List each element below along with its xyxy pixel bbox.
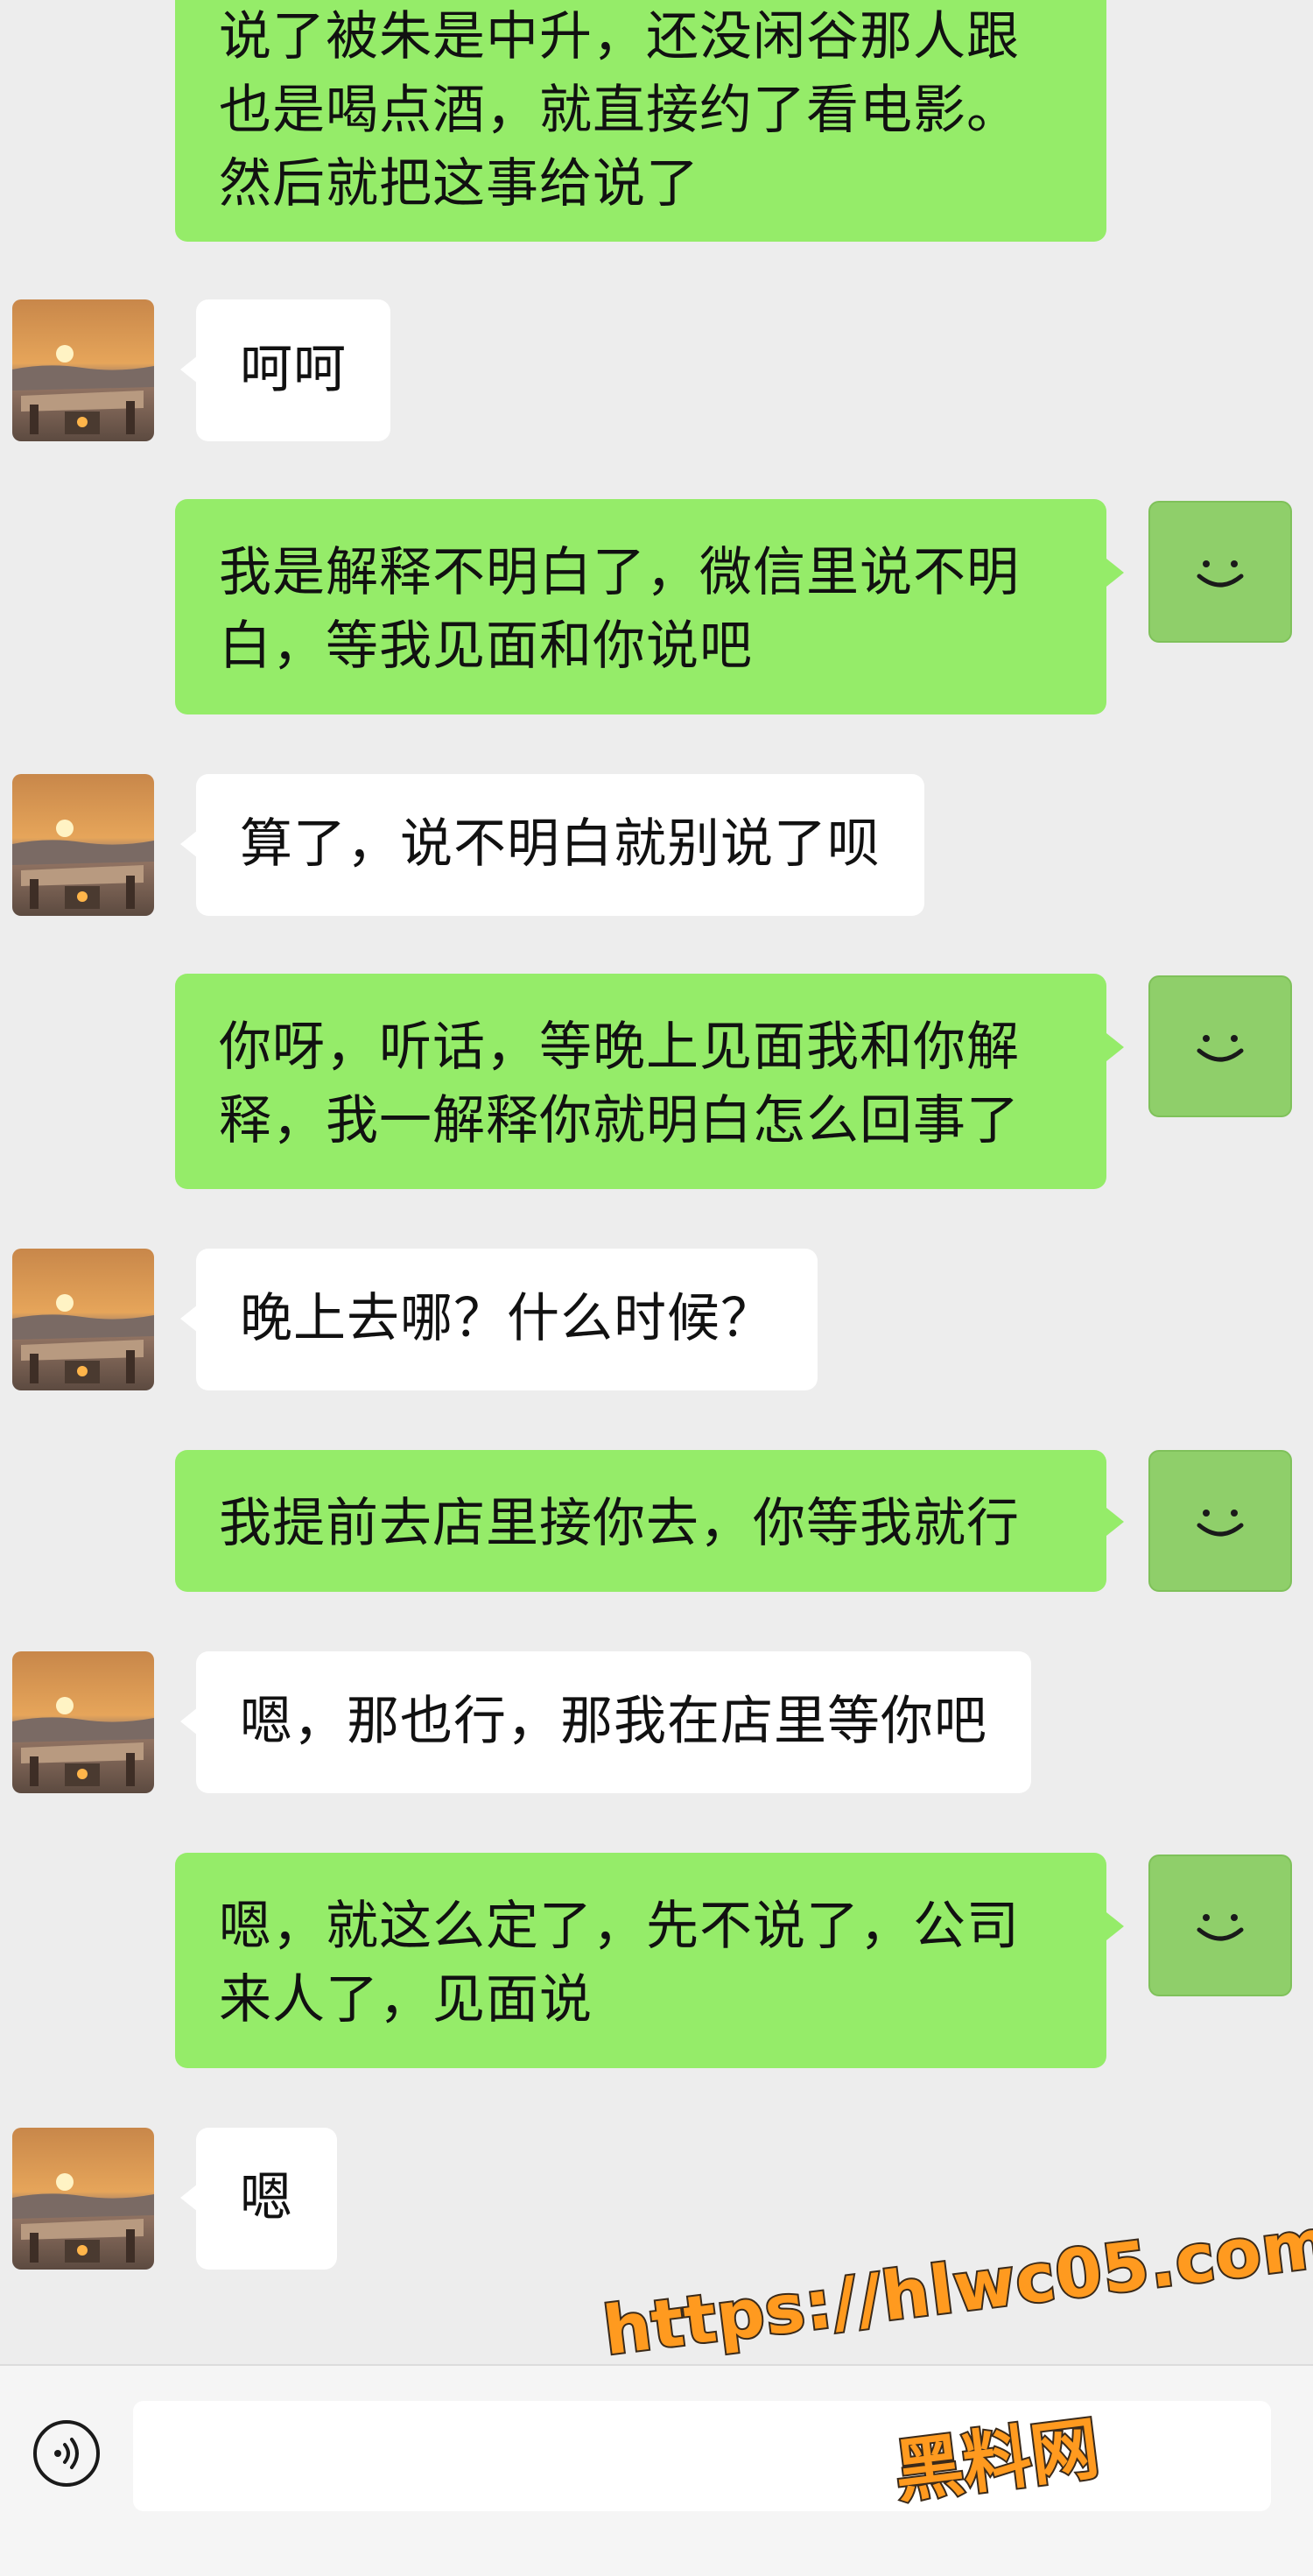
- message-input[interactable]: [133, 2401, 1271, 2511]
- message-bubble-received[interactable]: 呵呵: [196, 299, 390, 441]
- bubble-tail: [1106, 1508, 1124, 1536]
- bubble-tail: [180, 1305, 198, 1333]
- message-bubble-sent[interactable]: 我提前去店里接你去，你等我就行: [175, 1450, 1106, 1592]
- sunset-photo-avatar-icon: [12, 2128, 154, 2270]
- bubble-tail: [1106, 559, 1124, 587]
- message-bubble-sent[interactable]: 我是解释不明白了，微信里说不明 白，等我见面和你说吧: [175, 499, 1106, 714]
- message-bubble-received[interactable]: 晚上去哪？什么时候？: [196, 1249, 818, 1390]
- sunset-photo-avatar-icon: [12, 774, 154, 916]
- message-bubble-received[interactable]: 嗯，那也行，那我在店里等你吧: [196, 1651, 1031, 1793]
- message-bubble-sent[interactable]: 说了被朱是中升，还没闲谷那人跟 也是喝点酒，就直接约了看电影。 然后就把这事给说…: [175, 0, 1106, 242]
- my-avatar[interactable]: [1148, 975, 1292, 1117]
- sunset-photo-avatar-icon: [12, 299, 154, 441]
- smiley-face-avatar-icon: [1197, 1510, 1244, 1537]
- chat-history[interactable]: 说了被朱是中升，还没闲谷那人跟 也是喝点酒，就直接约了看电影。 然后就把这事给说…: [0, 0, 1313, 2364]
- bubble-tail: [180, 2184, 198, 2212]
- bubble-tail: [1106, 1912, 1124, 1940]
- contact-avatar[interactable]: [12, 1249, 154, 1390]
- sunset-photo-avatar-icon: [12, 1249, 154, 1390]
- my-avatar[interactable]: [1148, 501, 1292, 643]
- contact-avatar[interactable]: [12, 299, 154, 441]
- contact-avatar[interactable]: [12, 2128, 154, 2270]
- input-bar: [0, 2364, 1313, 2576]
- my-avatar[interactable]: [1148, 1855, 1292, 1996]
- message-bubble-sent[interactable]: 你呀，听话，等晚上见面我和你解 释，我一解释你就明白怎么回事了: [175, 974, 1106, 1189]
- bubble-tail: [180, 830, 198, 858]
- smiley-face-avatar-icon: [1197, 560, 1244, 588]
- bubble-tail: [180, 355, 198, 384]
- message-bubble-received[interactable]: 算了，说不明白就别说了呗: [196, 774, 924, 916]
- sunset-photo-avatar-icon: [12, 1651, 154, 1793]
- my-avatar[interactable]: [1148, 1450, 1292, 1592]
- smiley-face-avatar-icon: [1197, 1035, 1244, 1062]
- voice-wave-icon[interactable]: [33, 2420, 100, 2487]
- contact-avatar[interactable]: [12, 774, 154, 916]
- message-bubble-sent[interactable]: 嗯，就这么定了，先不说了，公司 来人了，见面说: [175, 1853, 1106, 2068]
- bubble-tail: [1106, 1033, 1124, 1061]
- smiley-face-avatar-icon: [1197, 1914, 1244, 1941]
- message-bubble-received[interactable]: 嗯: [196, 2128, 337, 2270]
- bubble-tail: [180, 1707, 198, 1735]
- contact-avatar[interactable]: [12, 1651, 154, 1793]
